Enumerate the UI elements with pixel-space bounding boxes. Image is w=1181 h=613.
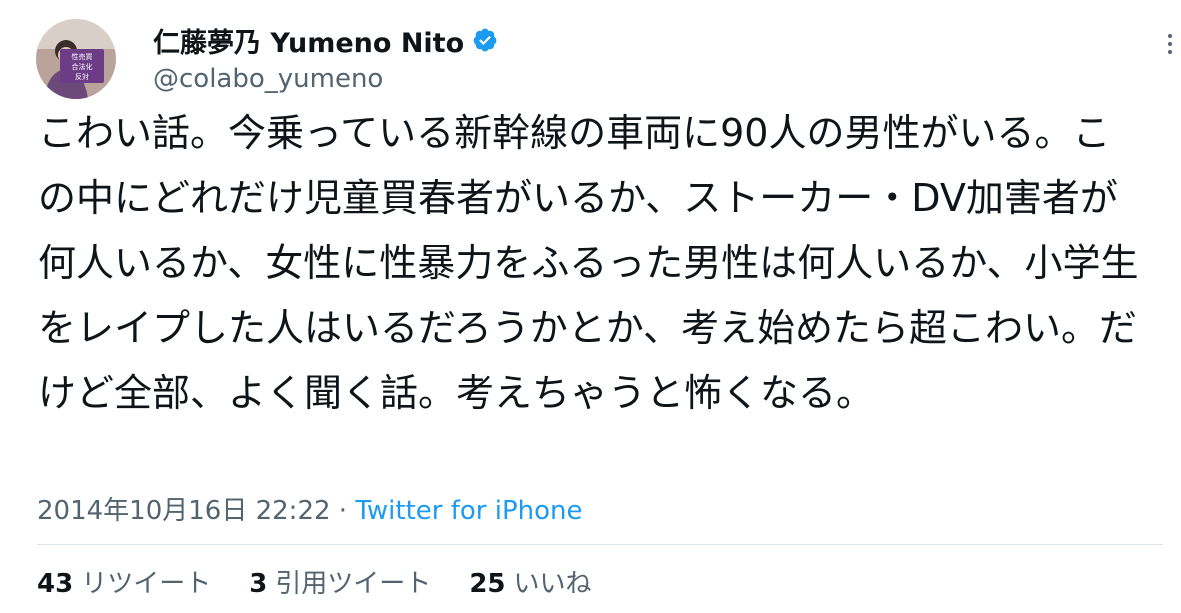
retweets-count: 43: [37, 569, 74, 599]
retweets-stat[interactable]: 43 リツイート: [37, 563, 211, 600]
divider: [37, 544, 1163, 545]
meta-separator: ·: [338, 496, 348, 526]
likes-count: 25: [469, 569, 506, 599]
svg-text:合法化: 合法化: [72, 62, 93, 71]
more-options-icon[interactable]: [1156, 30, 1181, 58]
author-name-row[interactable]: 仁藤夢乃 Yumeno Nito: [153, 20, 498, 60]
tweet-text: こわい話。今乗っている新幹線の車両に90人の男性がいる。この中にどれだけ児童買春…: [38, 111, 1139, 415]
likes-stat[interactable]: 25 いいね: [469, 563, 591, 600]
tweet-card: 性売買 合法化 反対 仁藤夢乃 Yumeno Nito @colabo_yume…: [0, 0, 1181, 613]
tweet-stats: 43 リツイート 3 引用ツイート 25 いいね: [37, 563, 592, 600]
retweets-label: リツイート: [81, 569, 212, 599]
quotes-stat[interactable]: 3 引用ツイート: [249, 563, 431, 600]
tweet-source-link[interactable]: Twitter for iPhone: [355, 496, 582, 526]
quotes-label: 引用ツイート: [275, 569, 432, 599]
tweet-meta: 2014年10月16日 22:22 · Twitter for iPhone: [37, 490, 583, 527]
svg-text:性売買: 性売買: [72, 52, 93, 61]
svg-text:反対: 反対: [75, 72, 89, 81]
verified-badge-icon: [472, 27, 498, 53]
author-display-name[interactable]: 仁藤夢乃 Yumeno Nito: [153, 21, 464, 60]
author-handle[interactable]: @colabo_yumeno: [153, 64, 383, 94]
tweet-timestamp[interactable]: 2014年10月16日 22:22: [37, 496, 331, 526]
avatar-image: 性売買 合法化 反対: [36, 19, 116, 99]
quotes-count: 3: [249, 569, 268, 599]
likes-label: いいね: [513, 569, 592, 599]
avatar[interactable]: 性売買 合法化 反対: [36, 19, 116, 99]
